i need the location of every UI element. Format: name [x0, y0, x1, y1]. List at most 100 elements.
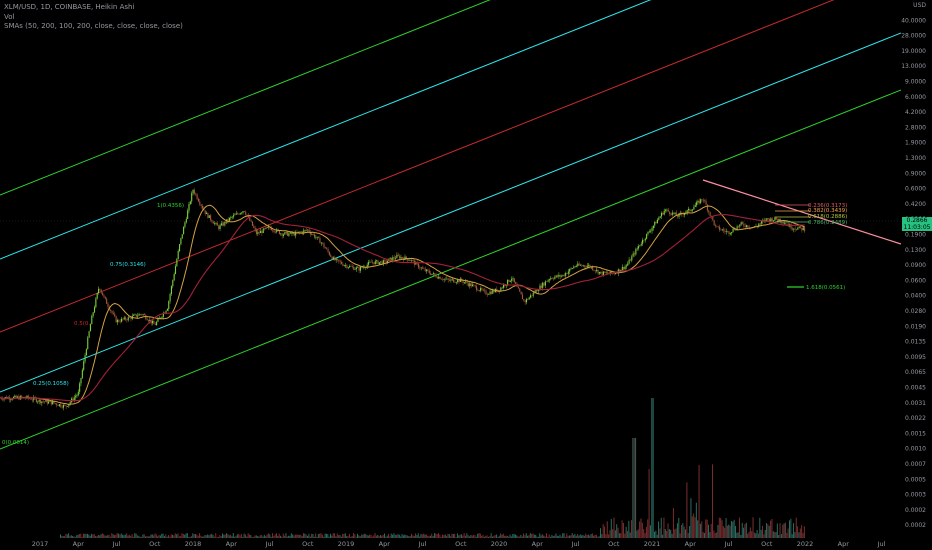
price-tick-label: 6.0000 — [905, 94, 926, 101]
price-tick-label: 0.0010 — [905, 446, 926, 453]
volume-bar — [555, 533, 557, 538]
candle-body — [197, 198, 199, 202]
volume-bar — [77, 534, 79, 538]
candle-body — [154, 323, 156, 326]
volume-bar — [103, 534, 105, 538]
candle-body — [744, 225, 746, 227]
volume-bar — [479, 533, 481, 538]
candle-body — [638, 246, 640, 249]
volume-label[interactable]: Vol — [4, 13, 183, 23]
volume-bar — [230, 534, 232, 538]
candle-body — [331, 256, 333, 260]
volume-bar — [747, 533, 749, 538]
volume-bar — [694, 517, 696, 538]
volume-bar — [779, 523, 781, 538]
volume-bar — [639, 521, 641, 538]
candle-body — [798, 226, 800, 228]
volume-bar — [424, 534, 426, 538]
volume-bar — [600, 528, 601, 538]
volume-bar — [386, 535, 388, 538]
sma-label[interactable]: SMAs (50, 200, 100, 200, close, close, c… — [4, 22, 183, 32]
volume-bar — [362, 534, 364, 538]
candle-body — [585, 266, 587, 268]
sma-lines — [0, 204, 805, 405]
volume-bar — [417, 533, 419, 538]
candle-body — [335, 258, 337, 261]
price-tick-label: 0.0400 — [905, 293, 926, 300]
drawings[interactable] — [702, 179, 901, 288]
candle-body — [648, 231, 650, 233]
candle-body — [241, 212, 243, 214]
volume-bar — [450, 536, 452, 538]
volume-bar — [285, 533, 287, 538]
candle-body — [328, 251, 330, 256]
volume-bar — [228, 535, 230, 538]
candle-body — [746, 225, 748, 227]
volume-bar — [693, 513, 695, 538]
volume-bar — [582, 534, 584, 538]
volume-bar — [562, 533, 564, 538]
price-tick-label: 1.3000 — [905, 155, 926, 162]
price-tick-label: 13.0000 — [901, 63, 926, 70]
time-axis[interactable]: 2017 Apr Jul Oct 2018 Apr Jul Oct 2019 Apr Jul Oct 2… — [32, 540, 886, 548]
candle-body — [176, 259, 178, 267]
price-tick-label: 0.0002 — [905, 507, 926, 514]
volume-bar — [536, 536, 538, 538]
candle-body — [300, 231, 302, 233]
candle-body — [296, 231, 298, 233]
candle-body — [435, 274, 437, 278]
price-axis[interactable]: USD 40.0000 28.0000 19.0000 13.0000 9.0000 6.0… — [901, 2, 926, 529]
volume-bar — [466, 533, 468, 538]
symbol-title[interactable]: XLM/USD, 1D, COINBASE, Heikin Ashi — [4, 3, 183, 13]
volume-bar — [523, 533, 525, 538]
volume-bar — [628, 520, 630, 538]
candle-body — [114, 313, 116, 317]
candle-body — [419, 267, 421, 269]
candle-body — [334, 257, 336, 261]
volume-bar — [643, 529, 645, 538]
candle-body — [125, 317, 127, 320]
candle-body — [515, 281, 517, 285]
candle-body — [10, 399, 12, 400]
volume-bar — [123, 535, 125, 538]
volume-bar — [301, 536, 303, 538]
volume-bar — [633, 438, 635, 538]
volume-bar — [155, 534, 157, 538]
candle-body — [343, 265, 345, 266]
volume-bar — [456, 533, 458, 538]
time-tick-label: Oct — [608, 540, 620, 548]
volume-bar — [96, 536, 98, 538]
candle-body — [183, 226, 185, 235]
volume-bar — [335, 536, 337, 538]
volume-bar — [459, 534, 461, 538]
candle-body — [484, 289, 486, 291]
volume-bar — [280, 535, 282, 538]
candle-body — [783, 223, 785, 224]
candle-body — [774, 217, 776, 221]
volume-bar — [398, 534, 400, 538]
volume-bar — [620, 533, 622, 538]
volume-bar — [212, 534, 214, 538]
candle-body — [767, 218, 769, 220]
candle-body — [598, 271, 600, 274]
candle-body — [636, 248, 638, 250]
price-chart[interactable]: 0(0.0014) 0.25(0.1058) 0.5(0. 0.75(0.3146) 1… — [0, 0, 932, 550]
volume-bar — [118, 533, 120, 538]
volume-bar — [246, 536, 248, 538]
candle-body — [548, 279, 550, 281]
volume-bar — [598, 536, 600, 538]
volume-bar — [381, 535, 383, 538]
volume-bar — [776, 523, 778, 538]
volume-bar — [423, 533, 425, 538]
volume-bar — [89, 535, 91, 538]
volume-bar — [64, 536, 66, 538]
volume-bar — [749, 527, 751, 538]
volume-bar — [712, 464, 714, 538]
candle-body — [720, 229, 722, 231]
candle-body — [600, 271, 602, 273]
volume-bar — [109, 536, 111, 538]
candle-body — [486, 294, 488, 295]
candle-body — [566, 273, 568, 274]
candle-body — [517, 286, 519, 289]
volume-bar — [363, 533, 365, 538]
